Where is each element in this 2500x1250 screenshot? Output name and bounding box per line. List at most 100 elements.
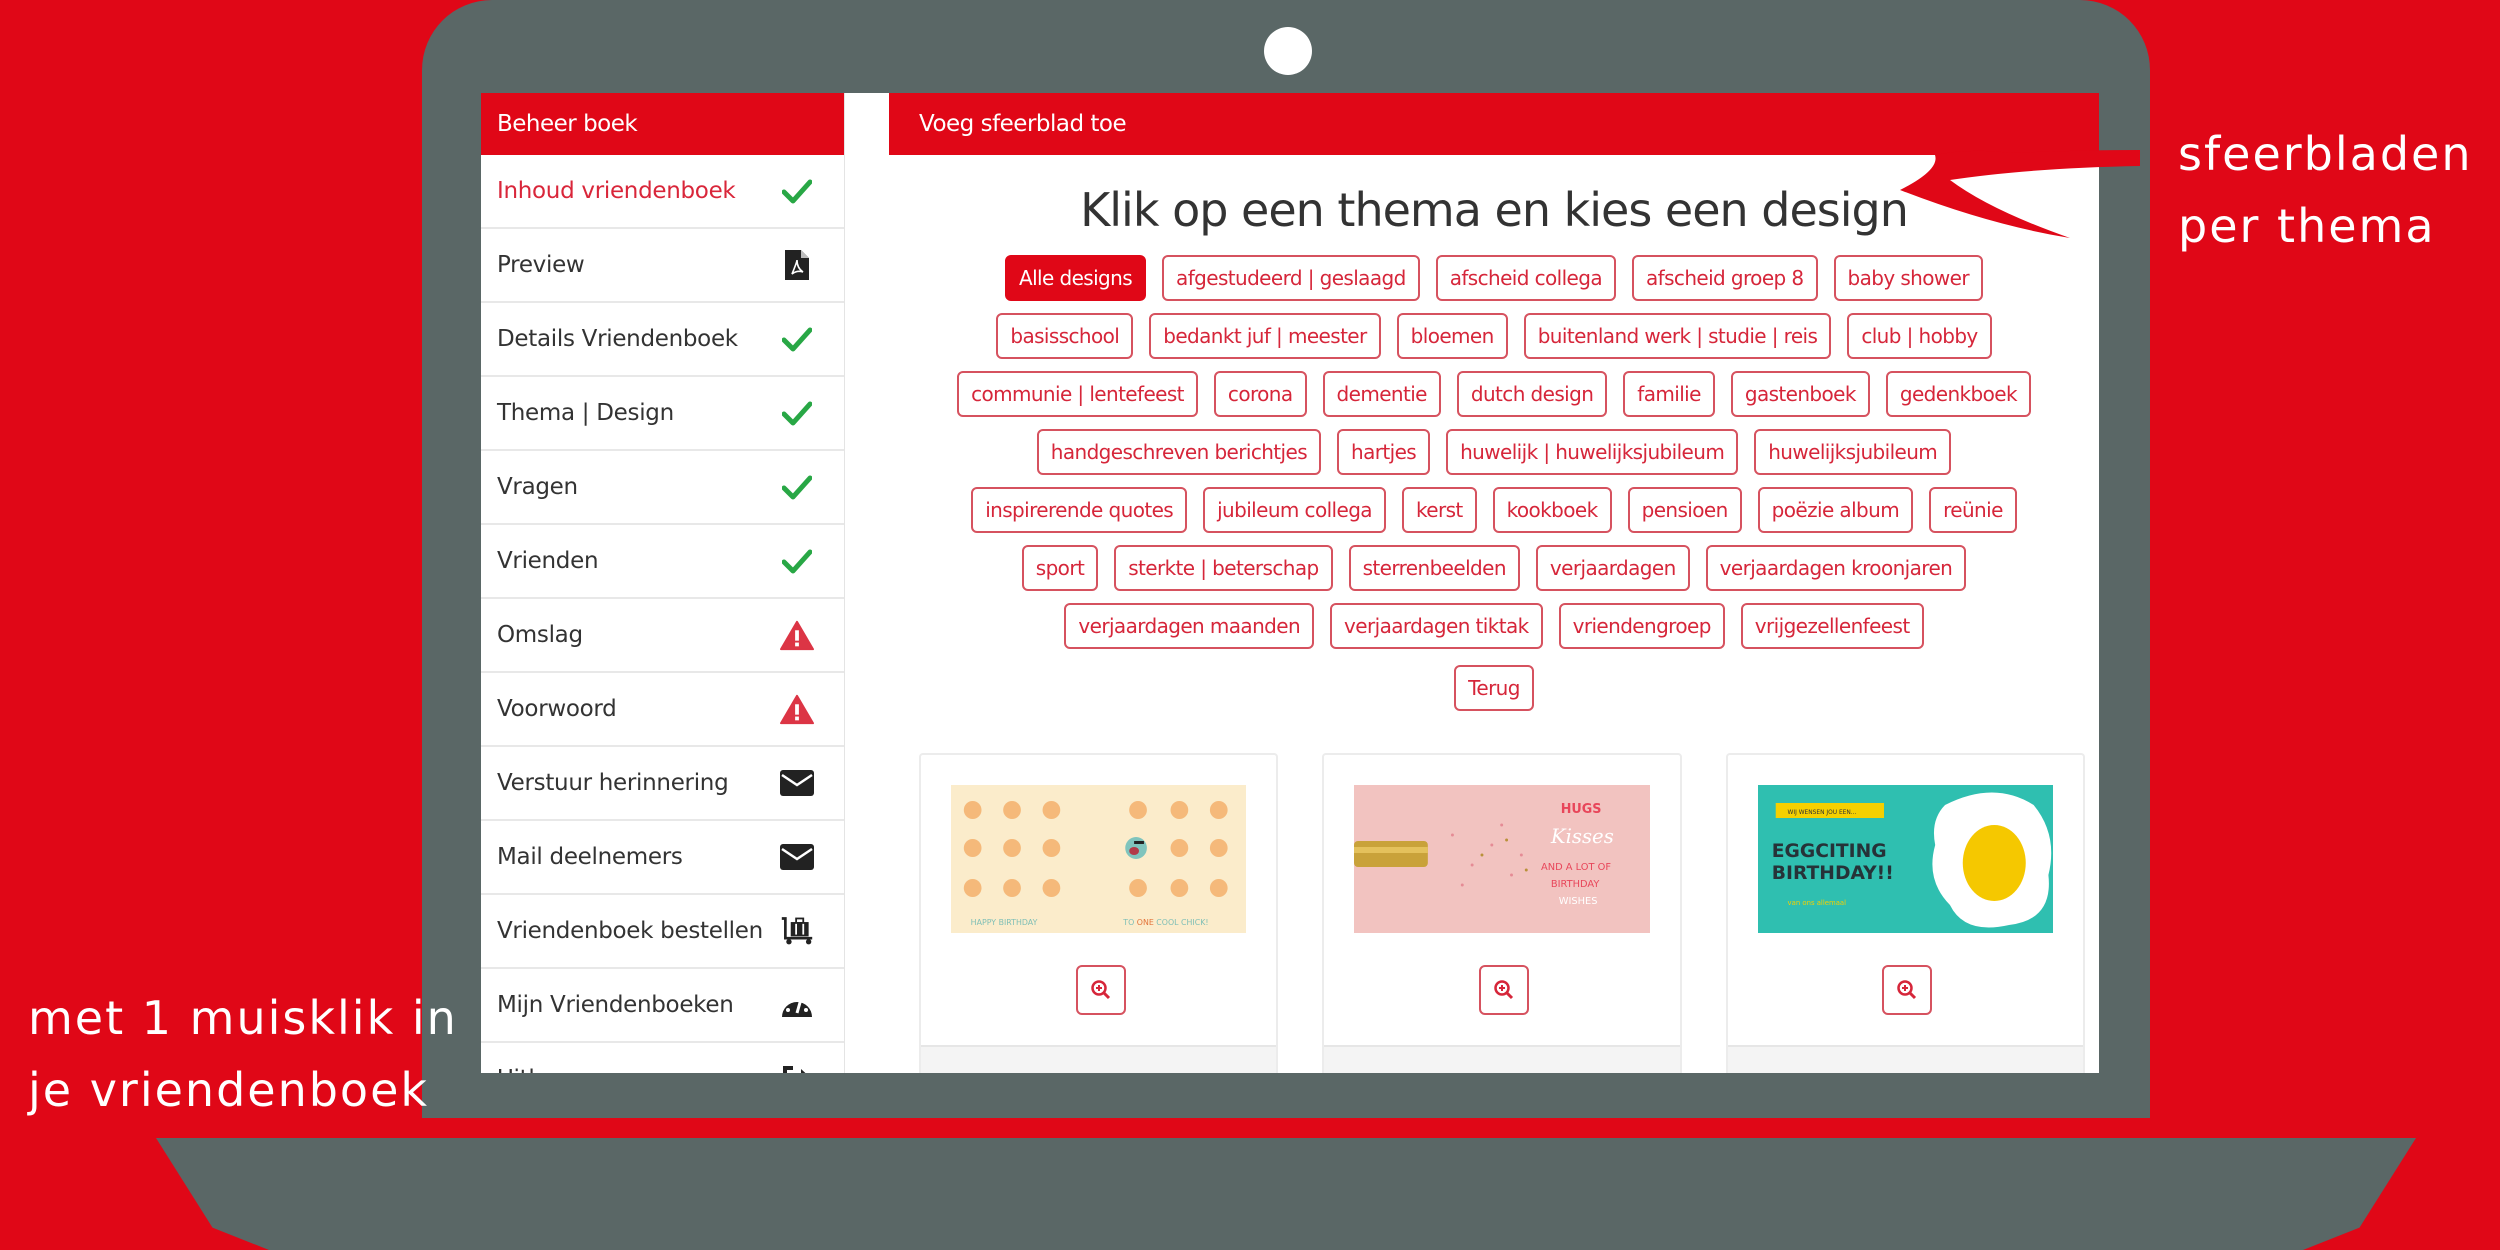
check-icon — [780, 322, 814, 356]
sidebar: Beheer boek Inhoud vriendenboek Preview De… — [481, 93, 845, 1073]
annotation-line: per thema — [2178, 199, 2436, 253]
sidebar-item-label: Mijn Vriendenboeken — [497, 992, 734, 1018]
theme-tag[interactable]: jubileum collega — [1203, 486, 1386, 533]
theme-tag[interactable]: sterkte | beterschap — [1114, 544, 1333, 591]
sidebar-item-uitloggen[interactable]: Uitloggen — [481, 1043, 844, 1073]
zoom-preview-button[interactable] — [1478, 965, 1529, 1015]
theme-tag[interactable]: dutch design — [1456, 370, 1608, 417]
sidebar-title: Beheer boek — [481, 93, 844, 155]
design-thumbnail-egg[interactable]: WIJ WENSEN JOU EEN... EGGCITING BIRTHDAY… — [1757, 785, 2053, 933]
theme-tag[interactable]: sport — [1021, 544, 1099, 591]
theme-tag[interactable]: hartjes — [1337, 428, 1431, 475]
svg-text:AND A LOT OF: AND A LOT OF — [1541, 862, 1611, 873]
luggage-cart-icon — [780, 914, 814, 948]
warning-icon — [780, 692, 814, 726]
check-icon — [780, 470, 814, 504]
dashboard-icon — [780, 988, 814, 1022]
zoom-preview-button[interactable] — [1882, 965, 1933, 1015]
sidebar-item-verstuur-herinnering[interactable]: Verstuur herinnering — [481, 747, 844, 821]
sidebar-item-omslag[interactable]: Omslag — [481, 599, 844, 673]
design-thumbnail-chicks[interactable]: HAPPY BIRTHDAY TO ONE COOL CHICK! — [951, 785, 1247, 933]
theme-tag[interactable]: sterrenbeelden — [1348, 544, 1520, 591]
theme-tag[interactable]: kookboek — [1492, 486, 1612, 533]
theme-tag[interactable]: familie — [1623, 370, 1715, 417]
sidebar-item-label: Uitloggen — [497, 1066, 605, 1073]
sidebar-item-mail-deelnemers[interactable]: Mail deelnemers — [481, 821, 844, 895]
zoom-preview-button[interactable] — [1075, 965, 1126, 1015]
theme-tag[interactable]: afscheid collega — [1435, 254, 1616, 301]
theme-tag[interactable]: afgestudeerd | geslaagd — [1162, 254, 1420, 301]
theme-tag[interactable]: vriendengroep — [1558, 602, 1725, 649]
design-card[interactable]: HUGS Kisses AND A LOT OF BIRTHDAY WISHES — [1322, 753, 1682, 1073]
check-icon — [780, 174, 814, 208]
theme-tag[interactable]: baby shower — [1833, 254, 1983, 301]
design-card-footer — [1727, 1045, 2083, 1073]
svg-text:WISHES: WISHES — [1559, 896, 1598, 907]
theme-tag[interactable]: verjaardagen — [1535, 544, 1690, 591]
annotation-arrow-icon — [1900, 150, 2140, 238]
envelope-icon — [780, 840, 814, 874]
gutter — [845, 93, 889, 1073]
theme-tag[interactable]: reünie — [1929, 486, 2017, 533]
theme-tag[interactable]: pensioen — [1627, 486, 1742, 533]
tag-row: communie | lentefeest corona dementie dutch… — [924, 365, 2064, 423]
zoom-in-icon — [1897, 980, 1917, 1000]
theme-tag[interactable]: Alle designs — [1005, 254, 1147, 301]
svg-text:BIRTHDAY!!: BIRTHDAY!! — [1771, 863, 1893, 884]
theme-tag[interactable]: club | hobby — [1847, 312, 1992, 359]
theme-tag[interactable]: communie | lentefeest — [957, 370, 1198, 417]
theme-tag[interactable]: afscheid groep 8 — [1632, 254, 1818, 301]
design-grid: HAPPY BIRTHDAY TO ONE COOL CHICK! HUGS K… — [919, 753, 2085, 1073]
design-card[interactable]: HAPPY BIRTHDAY TO ONE COOL CHICK! — [919, 753, 1279, 1073]
sidebar-item-details-vriendenboek[interactable]: Details Vriendenboek — [481, 303, 844, 377]
theme-tag[interactable]: poëzie album — [1757, 486, 1914, 533]
theme-tag[interactable]: corona — [1213, 370, 1307, 417]
sidebar-item-label: Vriendenboek bestellen — [497, 918, 763, 944]
sidebar-item-vriendenboek-bestellen[interactable]: Vriendenboek bestellen — [481, 895, 844, 969]
theme-tag[interactable]: vrijgezellenfeest — [1740, 602, 1924, 649]
sidebar-item-label: Mail deelnemers — [497, 844, 683, 870]
theme-tag[interactable]: inspirerende quotes — [971, 486, 1188, 533]
theme-tag[interactable]: huwelijk | huwelijksjubileum — [1446, 428, 1739, 475]
svg-text:van ons allemaal: van ons allemaal — [1787, 899, 1846, 907]
laptop-base — [156, 1138, 2416, 1250]
sidebar-item-label: Omslag — [497, 622, 583, 648]
sidebar-item-thema-design[interactable]: Thema | Design — [481, 377, 844, 451]
theme-tag[interactable]: handgeschreven berichtjes — [1036, 428, 1322, 475]
theme-tag[interactable]: buitenland werk | studie | reis — [1523, 312, 1832, 359]
theme-tag[interactable]: bloemen — [1396, 312, 1508, 359]
tag-row: sport sterkte | beterschap sterrenbeelden v… — [924, 539, 2064, 597]
annotation-line: je vriendenboek — [28, 1063, 430, 1117]
theme-tag[interactable]: dementie — [1322, 370, 1441, 417]
sidebar-item-mijn-vriendenboeken[interactable]: Mijn Vriendenboeken — [481, 969, 844, 1043]
sidebar-item-voorwoord[interactable]: Voorwoord — [481, 673, 844, 747]
design-card-footer — [921, 1045, 1277, 1073]
sign-out-icon — [780, 1062, 814, 1073]
sidebar-item-label: Preview — [497, 252, 585, 278]
design-thumbnail-champagne[interactable]: HUGS Kisses AND A LOT OF BIRTHDAY WISHES — [1354, 785, 1650, 933]
theme-tag[interactable]: bedankt juf | meester — [1149, 312, 1381, 359]
svg-text:TO ONE COOL CHICK!: TO ONE COOL CHICK! — [1122, 918, 1208, 927]
theme-tag[interactable]: verjaardagen kroonjaren — [1705, 544, 1967, 591]
sidebar-item-vragen[interactable]: Vragen — [481, 451, 844, 525]
theme-tag[interactable]: huwelijksjubileum — [1754, 428, 1952, 475]
sidebar-item-preview[interactable]: Preview — [481, 229, 844, 303]
check-icon — [780, 396, 814, 430]
theme-tag[interactable]: verjaardagen tiktak — [1330, 602, 1543, 649]
theme-tag[interactable]: gastenboek — [1730, 370, 1870, 417]
annotation-muisklik: met 1 muisklik in je vriendenboek — [28, 982, 458, 1126]
theme-tag[interactable]: kerst — [1401, 486, 1477, 533]
theme-tag[interactable]: gedenkboek — [1885, 370, 2031, 417]
sidebar-item-vrienden[interactable]: Vrienden — [481, 525, 844, 599]
laptop-camera — [1264, 27, 1312, 75]
theme-tag[interactable]: verjaardagen maanden — [1064, 602, 1315, 649]
tag-row: verjaardagen maanden verjaardagen tiktak v… — [924, 597, 2064, 655]
design-card[interactable]: WIJ WENSEN JOU EEN... EGGCITING BIRTHDAY… — [1725, 753, 2085, 1073]
back-button[interactable]: Terug — [1454, 665, 1534, 711]
theme-tag-list: Alle designs afgestudeerd | geslaagd afsch… — [924, 249, 2064, 655]
annotation-sfeerbladen: sfeerbladen per thema — [2178, 118, 2473, 262]
tag-row: basisschool bedankt juf | meester bloemen b… — [924, 307, 2064, 365]
sidebar-item-inhoud-vriendenboek[interactable]: Inhoud vriendenboek — [481, 155, 844, 229]
theme-tag[interactable]: basisschool — [996, 312, 1134, 359]
sidebar-nav: Inhoud vriendenboek Preview Details Vriend… — [481, 155, 844, 1073]
